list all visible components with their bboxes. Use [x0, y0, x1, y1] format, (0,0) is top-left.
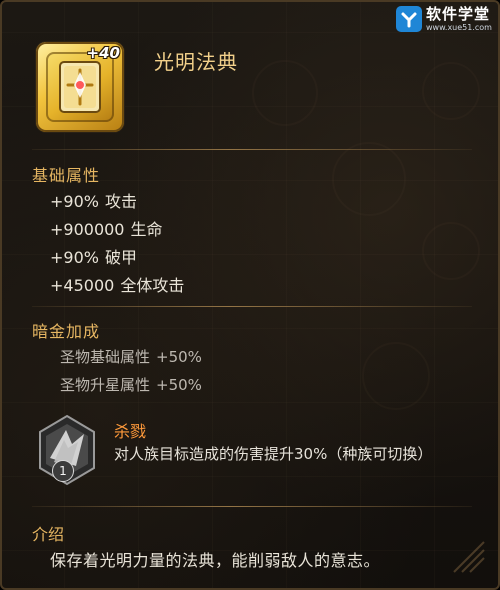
watermark-text: 软件学堂 www.xue51.com: [426, 4, 492, 32]
background-ring: [422, 222, 480, 280]
item-icon[interactable]: +40: [36, 42, 124, 132]
divider: [32, 149, 472, 150]
stat-row: +90% 攻击: [50, 188, 137, 212]
stat-label: 破甲: [104, 248, 137, 267]
bonus-row: 圣物升星属性 +50%: [60, 374, 202, 395]
watermark-subtitle: www.xue51.com: [426, 22, 492, 32]
dark-gold-title: 暗金加成: [32, 322, 101, 341]
watermark-logo: 软件学堂 www.xue51.com: [396, 4, 494, 34]
base-stats-title: 基础属性: [32, 166, 101, 185]
stat-value: +90%: [50, 192, 99, 211]
stat-row: +900000 生命: [50, 216, 163, 240]
background-ring: [362, 342, 430, 410]
background-ring: [332, 142, 406, 216]
stat-value: +900000: [50, 220, 125, 239]
item-tooltip-panel: 软件学堂 www.xue51.com +40 光明法典 基础属性 +90% 攻击 …: [0, 0, 500, 590]
intro-title: 介绍: [32, 525, 65, 544]
stat-label: 全体攻击: [120, 276, 185, 295]
divider: [32, 506, 472, 507]
stat-label: 生命: [130, 220, 163, 239]
stat-value: +45000: [50, 276, 115, 295]
bonus-row: 圣物基础属性 +50%: [60, 346, 202, 367]
stat-value: +90%: [50, 248, 99, 267]
bonus-label: 圣物基础属性: [60, 348, 151, 366]
item-level-badge: +40: [86, 44, 120, 62]
skill-level-badge: 1: [52, 460, 74, 482]
item-icon-frame: [46, 52, 114, 122]
intro-text: 保存着光明力量的法典，能削弱敌人的意志。: [50, 551, 381, 570]
background-ring: [252, 60, 318, 126]
item-name: 光明法典: [154, 50, 238, 74]
skill-description: 对人族目标造成的伤害提升30%（种族可切换）: [114, 445, 433, 463]
skill-name: 杀戮: [114, 422, 147, 441]
watermark-title: 软件学堂: [426, 4, 491, 23]
divider: [32, 306, 472, 307]
skill-icon[interactable]: 1: [36, 414, 98, 486]
bonus-value: +50%: [156, 376, 202, 394]
stat-row: +45000 全体攻击: [50, 272, 184, 296]
brand-logo-icon: [396, 6, 422, 32]
holy-book-icon: [59, 61, 101, 113]
stat-row: +90% 破甲: [50, 244, 137, 268]
bonus-label: 圣物升星属性: [60, 376, 151, 394]
background-ring: [422, 62, 480, 120]
corner-ornament-icon: [453, 541, 485, 573]
stat-label: 攻击: [104, 192, 137, 211]
bonus-value: +50%: [156, 348, 202, 366]
